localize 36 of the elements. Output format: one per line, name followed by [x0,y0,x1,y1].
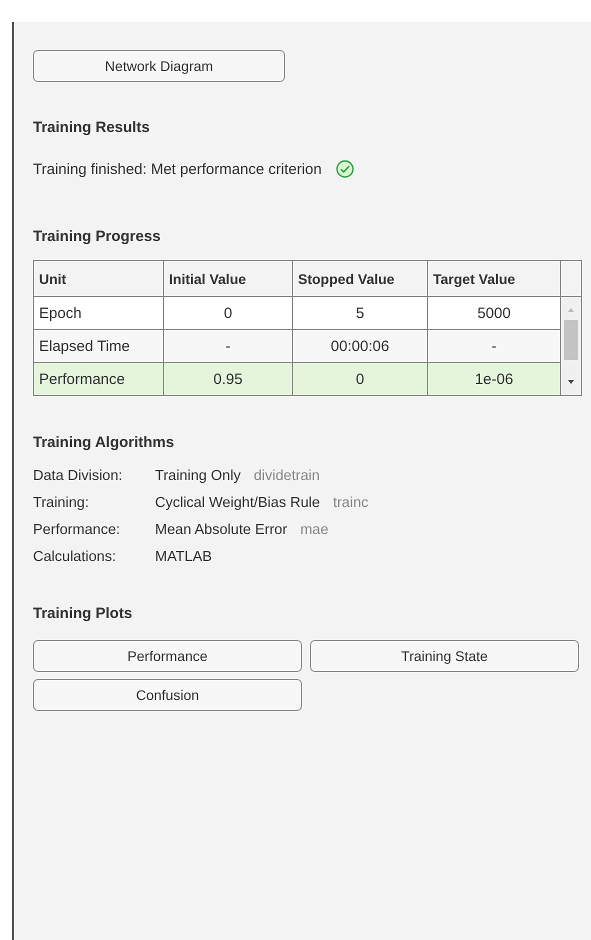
section-title: Training Results [33,119,151,136]
function-name: trainc [332,495,368,511]
plot-button[interactable]: Training State [310,640,579,672]
section-title: Training Progress [33,228,162,245]
section-title: Training Plots [33,605,134,622]
status-message: Training finished: Met performance criterion [33,160,322,178]
table-cell: Performance [34,362,164,396]
table-cell: - [164,330,292,362]
function-name: mae [300,522,328,538]
field-label: Calculations: [33,549,118,565]
plot-button[interactable]: Performance [33,640,302,672]
field-value: Mean Absolute Error [155,522,288,538]
column-header: Unit [34,260,164,296]
table-cell: 1e-06 [428,362,560,396]
column-header: Stopped Value [292,260,428,296]
table-cell: Elapsed Time [34,330,164,362]
field-value: MATLAB [155,549,212,565]
table-cell: 5000 [428,296,560,330]
table-cell: 0 [292,362,428,396]
table-cell: 5 [292,296,428,330]
table-cell: 0 [164,296,292,330]
field-label: Training: [33,495,90,511]
column-header: Target Value [428,260,560,296]
field-label: Performance: [33,522,122,538]
table-cell: 00:00:06 [292,330,428,362]
table-cell: - [428,330,560,362]
section-title: Training Algorithms [33,434,176,451]
table-cell: Epoch [34,296,164,330]
field-value: Cyclical Weight/Bias Rule [155,495,320,511]
field-value: Training Only [155,468,241,484]
network-diagram-button[interactable]: Network Diagram [33,50,285,82]
table-cell: 0.95 [164,362,292,396]
column-header: Initial Value [164,260,292,296]
field-label: Data Division: [33,468,124,484]
function-name: dividetrain [254,468,320,484]
plot-button[interactable]: Confusion [33,679,302,711]
